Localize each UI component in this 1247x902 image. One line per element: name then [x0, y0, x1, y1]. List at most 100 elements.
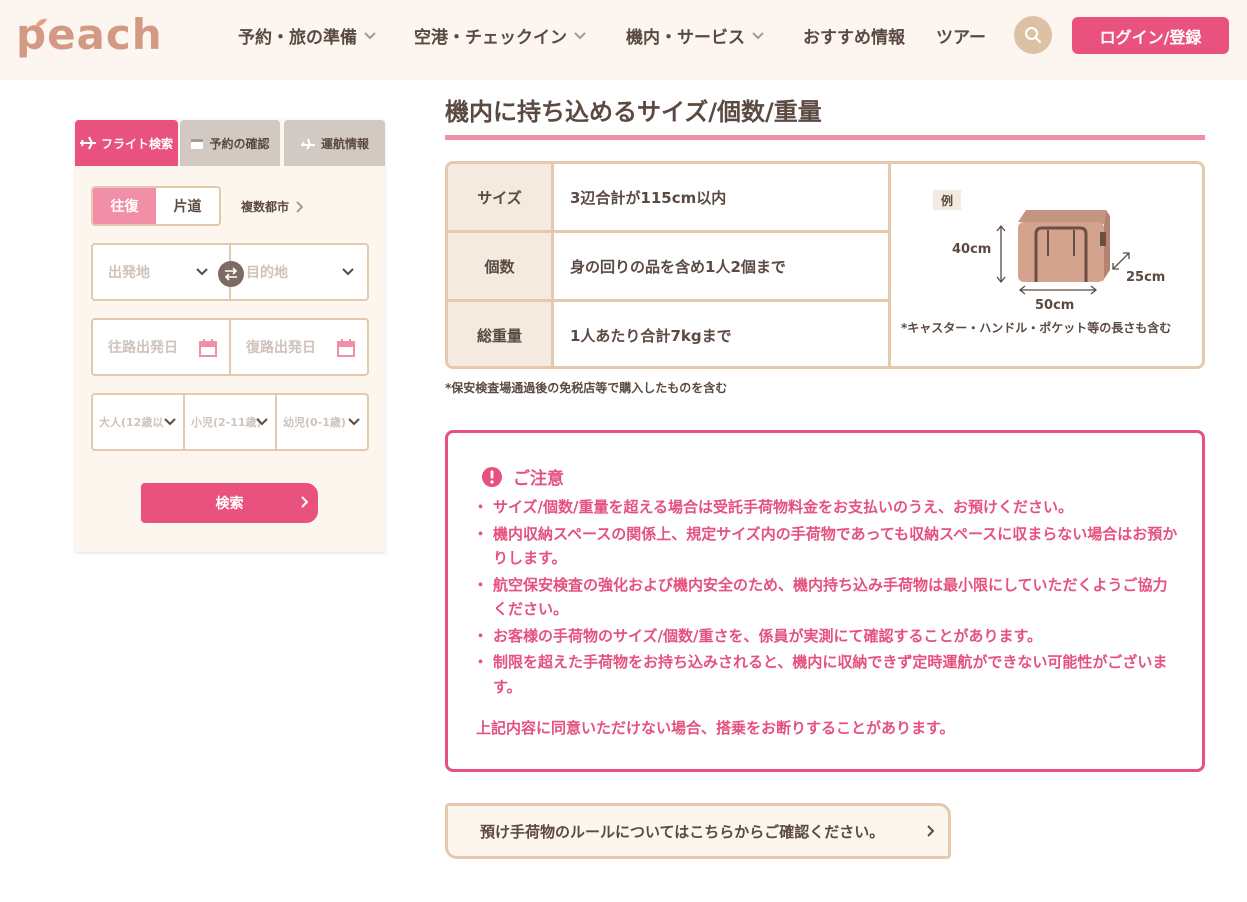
calendar-icon: [337, 339, 355, 357]
caution-item: 制限を超えた手荷物をお持ち込みされると、機内に収納できず定時運航ができない可能性…: [473, 650, 1181, 699]
flight-search-panel: フライト検索 予約の確認 運航情報 往復 片道 複数都市 出発地 目的地 往路出…: [75, 120, 385, 552]
spec-key: 個数: [448, 233, 554, 300]
height-arrow: [996, 224, 1006, 284]
trip-type-toggle: 往復 片道: [91, 186, 221, 226]
nav-item-airport[interactable]: 空港・チェックイン: [414, 22, 587, 48]
tab-flight-search[interactable]: フライト検索: [75, 120, 178, 166]
nav-item-inflight[interactable]: 機内・サービス: [626, 22, 765, 48]
multi-city-label: 複数都市: [241, 200, 290, 214]
calendar-icon: [199, 339, 217, 357]
caution-list: サイズ/個数/重量を超える場合は受託手荷物料金をお支払いのうえ、お預けください。…: [473, 495, 1181, 701]
spec-key: サイズ: [448, 164, 554, 231]
nav-label: おすすめ情報: [803, 27, 905, 48]
children-select[interactable]: 小児(2-11歳): [183, 395, 275, 449]
return-date-input[interactable]: 復路出発日: [229, 320, 367, 374]
date-fields: 往路出発日 復路出発日: [91, 318, 369, 376]
tab-label: 予約の確認: [209, 136, 270, 151]
depart-date-placeholder: 往路出発日: [108, 340, 178, 356]
chevron-down-icon: [342, 268, 354, 276]
nav-label: 空港・チェックイン: [414, 27, 567, 48]
spec-row-count: 個数 身の回りの品を含め1人2個まで: [448, 233, 891, 300]
spec-row-size: サイズ 3辺合計が115cm以内: [448, 164, 891, 231]
checked-baggage-rules-link[interactable]: 預け手荷物のルールについてはこちらからご確認ください。: [445, 803, 951, 859]
multi-city-link[interactable]: 複数都市: [241, 198, 304, 215]
search-icon: [1025, 27, 1042, 44]
chevron-down-icon: [164, 418, 176, 426]
infants-select[interactable]: 幼児(0-1歳): [275, 395, 367, 449]
depth-label: 25cm: [1126, 270, 1166, 285]
caution-item: サイズ/個数/重量を超える場合は受託手荷物料金をお支払いのうえ、お預けください。: [473, 495, 1181, 520]
return-date-placeholder: 復路出発日: [246, 340, 316, 356]
one-way-option[interactable]: 片道: [156, 188, 219, 224]
duty-free-note: *保安検査場通過後の免税店等で購入したものを含む: [445, 381, 728, 395]
infants-label: 幼児(0-1歳): [283, 416, 346, 429]
alert-icon: [482, 466, 502, 487]
example-tag: 例: [933, 190, 961, 210]
flight-search-button[interactable]: 検索: [141, 483, 318, 523]
chevron-down-icon: [196, 268, 208, 276]
chevron-right-icon: [296, 200, 304, 213]
caution-footer: 上記内容に同意いただけない場合、搭乗をお断りすることがあります。: [476, 719, 955, 737]
nav-label: 予約・旅の準備: [238, 27, 357, 48]
caution-item: 機内収納スペースの関係上、規定サイズ内の手荷物であっても収納スペースに収まらない…: [473, 522, 1181, 571]
spec-row-weight: 総重量 1人あたり合計7kgまで: [448, 302, 891, 366]
caution-title: ご注意: [513, 469, 564, 489]
chevron-down-icon: [574, 32, 586, 40]
example-note: *キャスター・ハンドル・ポケット等の長さも含む: [901, 321, 1172, 335]
login-button[interactable]: ログイン/登録: [1072, 17, 1229, 54]
site-header: peach 予約・旅の準備 空港・チェックイン 機内・サービス おすすめ情報 ツ…: [0, 0, 1247, 80]
spec-key: 総重量: [448, 302, 554, 366]
leaf-icon: [35, 18, 47, 27]
caution-heading: ご注意: [481, 464, 564, 489]
rules-link-label: 預け手荷物のルールについてはこちらからご確認ください。: [480, 822, 885, 841]
chevron-down-icon: [348, 418, 360, 426]
peach-logo[interactable]: peach: [16, 12, 163, 58]
origin-select[interactable]: 出発地: [93, 245, 229, 299]
origin-placeholder: 出発地: [108, 265, 150, 281]
caution-box: ご注意 サイズ/個数/重量を超える場合は受託手荷物料金をお支払いのうえ、お預けく…: [445, 430, 1205, 772]
column-divider: [888, 164, 891, 366]
chevron-right-icon: [927, 825, 934, 837]
destination-placeholder: 目的地: [246, 265, 288, 281]
header-search-button[interactable]: [1014, 16, 1052, 54]
airplane-icon: [79, 136, 96, 150]
tab-booking-check[interactable]: 予約の確認: [180, 120, 280, 166]
height-label: 40cm: [952, 242, 992, 257]
spec-value: 3辺合計が115cm以内: [570, 189, 727, 207]
nav-item-recommend[interactable]: おすすめ情報: [803, 22, 905, 48]
destination-select[interactable]: 目的地: [229, 245, 367, 299]
calendar-icon: [191, 138, 204, 149]
spec-value: 1人あたり合計7kgまで: [570, 327, 732, 345]
carry-on-spec-table: サイズ 3辺合計が115cm以内 個数 身の回りの品を含め1人2個まで 総重量 …: [445, 161, 1205, 369]
nav-item-booking[interactable]: 予約・旅の準備: [238, 22, 377, 48]
page-title: 機内に持ち込めるサイズ/個数/重量: [445, 98, 822, 126]
tab-flight-status[interactable]: 運航情報: [284, 120, 385, 166]
caution-item: お客様の手荷物のサイズ/個数/重さを、係員が実測にて確認することがあります。: [473, 624, 1181, 649]
depart-date-input[interactable]: 往路出発日: [93, 320, 229, 374]
route-fields: 出発地 目的地: [91, 243, 369, 301]
children-label: 小児(2-11歳): [191, 416, 262, 429]
chevron-right-icon: [301, 496, 308, 508]
swap-route-button[interactable]: [218, 261, 244, 287]
tab-label: 運航情報: [320, 136, 369, 151]
title-divider: [445, 135, 1205, 140]
swap-icon: [224, 267, 238, 281]
caution-item: 航空保安検査の強化および機内安全のため、機内持ち込み手荷物は最小限にしていただく…: [473, 573, 1181, 622]
chevron-down-icon: [364, 32, 376, 40]
nav-label: 機内・サービス: [626, 27, 745, 48]
airplane-landing-icon: [300, 138, 315, 150]
passenger-fields: 大人(12歳以 小児(2-11歳) 幼児(0-1歳): [91, 393, 369, 451]
depth-arrow: [1112, 252, 1130, 270]
round-trip-option[interactable]: 往復: [93, 188, 156, 224]
adults-select[interactable]: 大人(12歳以: [93, 395, 183, 449]
tab-label: フライト検索: [100, 136, 173, 151]
nav-item-tour[interactable]: ツアー: [936, 22, 986, 48]
width-label: 50cm: [1035, 298, 1075, 313]
nav-label: ツアー: [936, 27, 986, 48]
spec-value: 身の回りの品を含め1人2個まで: [570, 258, 786, 276]
chevron-down-icon: [256, 418, 268, 426]
width-arrow: [1018, 285, 1098, 295]
adults-label: 大人(12歳以: [99, 416, 164, 429]
search-button-label: 検索: [215, 496, 244, 512]
chevron-down-icon: [752, 32, 764, 40]
